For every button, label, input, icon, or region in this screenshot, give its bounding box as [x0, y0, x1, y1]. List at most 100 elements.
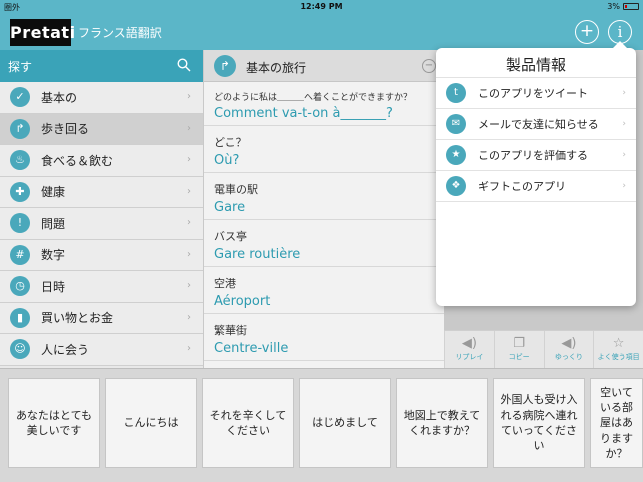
- sidebar-item-label: 問題: [41, 216, 66, 231]
- phrase-french: Gare: [214, 200, 246, 215]
- favorites-button[interactable]: ☆ よく使う項目: [593, 331, 643, 368]
- chevron-right-icon: ›: [187, 343, 191, 354]
- phrase-french: Où?: [214, 153, 240, 168]
- phrase-item[interactable]: 繁華街 Centre-ville: [204, 314, 444, 361]
- app-header: Pretati フランス語翻訳 + i: [0, 14, 643, 50]
- chevron-right-icon: ›: [622, 181, 626, 191]
- directions-icon: ↱: [214, 55, 236, 77]
- phrase-item[interactable]: どのように私は＿＿＿へ着くことができますか？ Comment va-t-on à…: [204, 82, 444, 126]
- chevron-right-icon: ›: [187, 91, 191, 102]
- phrase-card[interactable]: はじめまして: [299, 378, 391, 468]
- sidebar-item-label: 食べる＆飲む: [41, 153, 114, 168]
- phrase-french: Gare routière: [214, 247, 301, 262]
- status-bar: 圏外 12:49 PM 3%: [0, 0, 643, 14]
- replay-label: リプレイ: [455, 353, 484, 361]
- gift-app-item[interactable]: ❖ ギフトこのアプリ ›: [436, 171, 636, 202]
- app-title: フランス語翻訳: [78, 26, 162, 40]
- sidebar-item-label: 買い物とお金: [41, 311, 114, 326]
- sidebar-item-numbers[interactable]: # 数字 ›: [0, 239, 203, 271]
- chevron-right-icon: ›: [187, 311, 191, 323]
- numbers-icon: #: [10, 244, 30, 265]
- phrase-toolbar: ◀) リプレイ ❐ コピー ◀) ゆっくり ☆ よく使う項目: [444, 330, 643, 368]
- popover-title: 製品情報: [436, 48, 636, 78]
- directions-icon: ↱: [10, 118, 30, 139]
- replay-button[interactable]: ◀) リプレイ: [444, 331, 494, 368]
- chevron-right-icon: ›: [622, 88, 626, 98]
- health-icon: ✚: [10, 181, 30, 202]
- slow-label: ゆっくり: [554, 353, 583, 361]
- plus-circle-icon[interactable]: +: [575, 20, 599, 44]
- chevron-right-icon: ›: [187, 280, 191, 291]
- phrase-card[interactable]: 空いている部屋はありますか？: [590, 378, 643, 468]
- sidebar-item-problem[interactable]: ! 問題 ›: [0, 208, 203, 240]
- sidebar-item-food[interactable]: ♨ 食べる＆飲む ›: [0, 145, 203, 177]
- sidebar-item-time[interactable]: ◷ 日時 ›: [0, 271, 203, 303]
- battery-percent: 3%: [607, 2, 620, 11]
- copy-button[interactable]: ❐ コピー: [493, 331, 544, 368]
- status-time: 12:49 PM: [300, 2, 343, 11]
- copy-icon: ❐: [513, 336, 525, 351]
- sidebar-item-label: 人に会う: [41, 342, 90, 357]
- phrase-item[interactable]: 電車の駅 Gare: [204, 173, 444, 220]
- app-logo: Pretati: [10, 19, 75, 46]
- email-friend-item[interactable]: ✉ メールで友達に知らせる ›: [436, 109, 636, 140]
- popover-item-label: このアプリを評価する: [478, 149, 588, 162]
- battery-icon: [623, 3, 639, 10]
- phrase-french: Aéroport: [214, 294, 271, 309]
- product-info-popover: 製品情報 t このアプリをツイート › ✉ メールで友達に知らせる › ★ この…: [436, 41, 636, 306]
- mail-icon: ✉: [446, 114, 466, 134]
- chevron-right-icon: ›: [622, 150, 626, 160]
- sidebar-item-label: 歩き回る: [41, 122, 90, 137]
- sidebar-item-shopping[interactable]: ▮ 買い物とお金 ›: [0, 302, 203, 334]
- people-icon: ☺: [10, 339, 30, 360]
- phrase-japanese: 電車の駅: [214, 183, 258, 196]
- search-icon[interactable]: [177, 58, 191, 72]
- phrase-card[interactable]: 外国人も受け入れる病院へ連れていってください: [493, 378, 585, 468]
- phrase-item[interactable]: どこ？ Où?: [204, 126, 444, 173]
- slow-button[interactable]: ◀) ゆっくり: [543, 331, 594, 368]
- tweet-app-item[interactable]: t このアプリをツイート ›: [436, 78, 636, 109]
- clock-icon: ◷: [10, 276, 30, 297]
- food-icon: ♨: [10, 150, 30, 171]
- twitter-icon: t: [446, 83, 466, 103]
- phrase-item[interactable]: バス亭 Gare routière: [204, 220, 444, 267]
- phrase-card[interactable]: 地図上で教えてくれますか？: [396, 378, 488, 468]
- star-icon: ☆: [612, 336, 625, 351]
- phrase-japanese: バス亭: [214, 230, 247, 243]
- battery-status: 3%: [607, 2, 639, 11]
- popover-item-label: ギフトこのアプリ: [478, 180, 566, 193]
- sidebar-item-label: 健康: [41, 185, 66, 200]
- phrase-panel-title: 基本の旅行: [246, 61, 307, 75]
- popover-item-label: メールで友達に知らせる: [478, 118, 599, 131]
- chevron-right-icon: ›: [187, 248, 191, 260]
- shopping-icon: ▮: [10, 307, 30, 328]
- phrase-panel: ↱ 基本の旅行 − どのように私は＿＿＿へ着くことができますか？ Comment…: [204, 50, 444, 368]
- sidebar-item-label: 日時: [41, 279, 66, 294]
- sidebar-item-health[interactable]: ✚ 健康 ›: [0, 176, 203, 208]
- sidebar-item-directions[interactable]: ↱ 歩き回る ›: [0, 113, 203, 145]
- phrase-japanese: 繁華街: [214, 324, 247, 337]
- chevron-right-icon: ›: [187, 217, 191, 228]
- phrase-card[interactable]: こんにちは: [105, 378, 197, 468]
- basics-icon: ✓: [10, 87, 30, 108]
- phrase-panel-header: ↱ 基本の旅行 −: [204, 50, 444, 82]
- category-list: ✓ 基本の › ↱ 歩き回る › ♨ 食べる＆飲む › ✚ 健康 › ! 問題 …: [0, 82, 203, 366]
- phrase-item[interactable]: 空港 Aéroport: [204, 267, 444, 314]
- phrase-card[interactable]: それを辛くしてください: [202, 378, 294, 468]
- chevron-right-icon: ›: [187, 154, 191, 165]
- phrase-card[interactable]: あなたはとても美しいです: [8, 378, 100, 468]
- sidebar-item-basics[interactable]: ✓ 基本の ›: [0, 82, 203, 114]
- sidebar-item-label: 基本の: [41, 90, 78, 105]
- rate-app-item[interactable]: ★ このアプリを評価する ›: [436, 140, 636, 171]
- minus-circle-icon[interactable]: −: [422, 59, 436, 73]
- slow-speaker-icon: ◀): [561, 336, 577, 351]
- chevron-right-icon: ›: [187, 122, 191, 134]
- quick-phrase-cards: あなたはとても美しいです こんにちは それを辛くしてください はじめまして 地図…: [0, 368, 643, 482]
- phrase-japanese: どのように私は＿＿＿へ着くことができますか？: [214, 93, 413, 103]
- favorites-label: よく使う項目: [597, 353, 640, 361]
- search-bar[interactable]: 探す: [0, 50, 203, 82]
- star-icon: ★: [446, 145, 466, 165]
- speaker-icon: ◀): [461, 336, 477, 351]
- sidebar-item-people[interactable]: ☺ 人に会う ›: [0, 334, 203, 366]
- category-sidebar: 探す ✓ 基本の › ↱ 歩き回る › ♨ 食べる＆飲む › ✚ 健康 › ! …: [0, 50, 203, 368]
